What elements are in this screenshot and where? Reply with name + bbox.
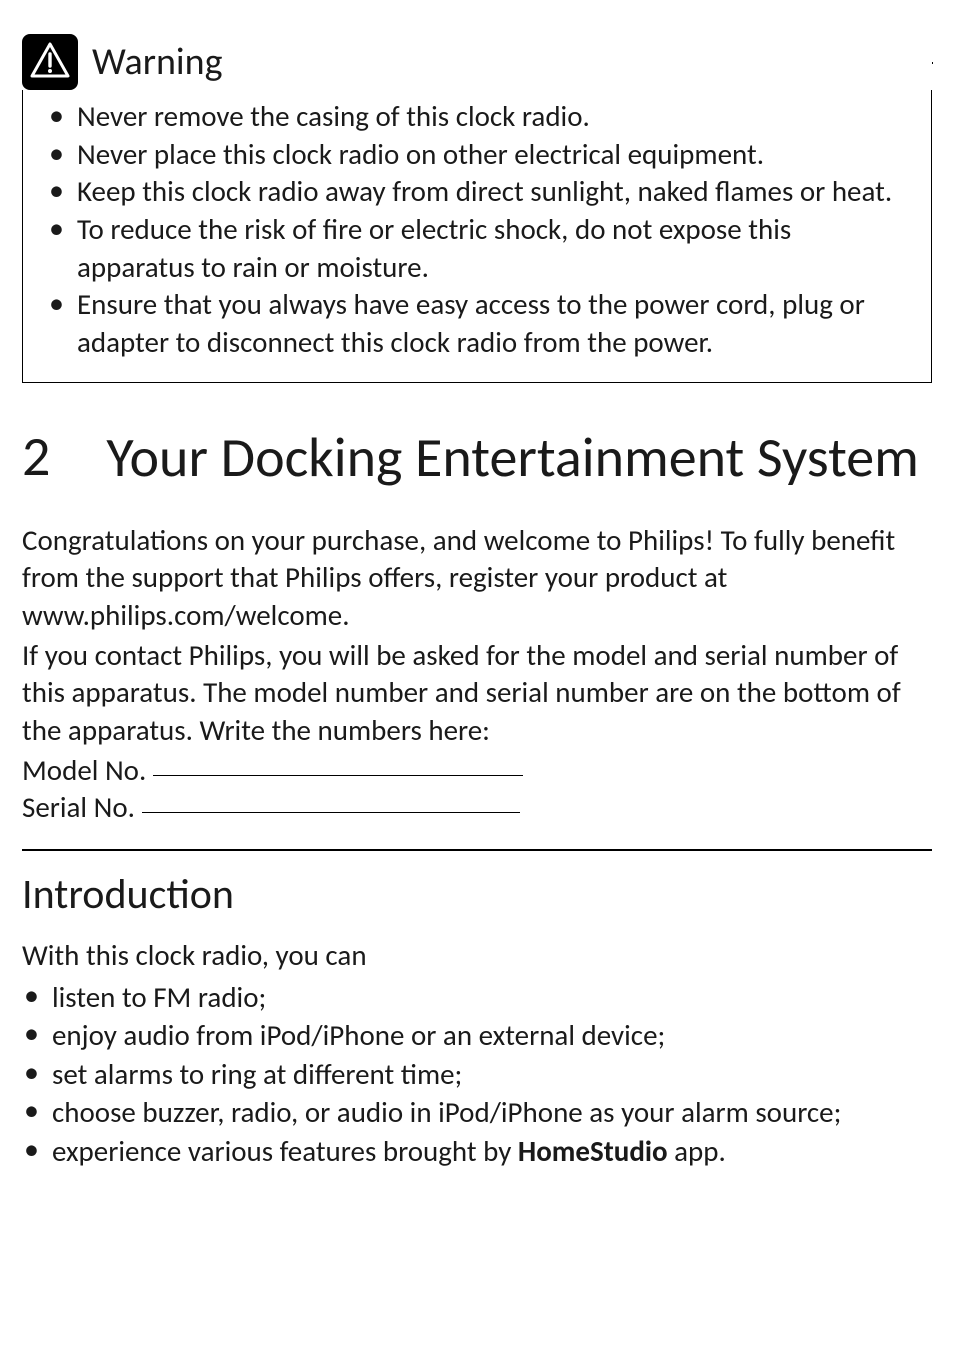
warning-title: Warning bbox=[92, 39, 222, 85]
introduction-list: listen to FM radio; enjoy audio from iPo… bbox=[22, 978, 932, 1171]
warning-list: Never remove the casing of this clock ra… bbox=[77, 98, 907, 362]
intro-paragraph-1: Congratulations on your purchase, and we… bbox=[22, 522, 932, 635]
section-title: Your Docking Entertainment System bbox=[106, 427, 918, 490]
serial-label: Serial No. bbox=[22, 789, 135, 825]
list-item: enjoy audio from iPod/iPhone or an exter… bbox=[52, 1016, 932, 1055]
warning-item: Never remove the casing of this clock ra… bbox=[77, 98, 907, 136]
list-item: listen to FM radio; bbox=[52, 978, 932, 1017]
warning-item: Never place this clock radio on other el… bbox=[77, 136, 907, 174]
section-divider bbox=[22, 849, 932, 851]
warning-frame: Never remove the casing of this clock ra… bbox=[22, 62, 932, 383]
warning-item: Ensure that you always have easy access … bbox=[77, 286, 907, 361]
serial-row: Serial No. bbox=[22, 789, 932, 827]
warning-item: To reduce the risk of fire or electric s… bbox=[77, 211, 907, 286]
model-underline bbox=[153, 775, 523, 776]
warning-item: Keep this clock radio away from direct s… bbox=[77, 173, 907, 211]
warning-icon bbox=[22, 34, 78, 90]
list-item: set alarms to ring at different time; bbox=[52, 1055, 932, 1094]
list-item-text-suffix: app. bbox=[668, 1133, 726, 1169]
list-item-text-prefix: experience various features brought by bbox=[52, 1133, 518, 1169]
list-item: choose buzzer, radio, or audio in iPod/i… bbox=[52, 1093, 932, 1132]
section-heading: 2 Your Docking Entertainment System bbox=[22, 427, 932, 490]
model-row: Model No. bbox=[22, 752, 932, 790]
list-item-bold: HomeStudio bbox=[518, 1133, 668, 1169]
warning-callout: Warning Never remove the casing of this … bbox=[22, 34, 932, 383]
model-label: Model No. bbox=[22, 752, 146, 788]
introduction-lead: With this clock radio, you can bbox=[22, 936, 932, 974]
serial-underline bbox=[142, 812, 520, 813]
list-item: experience various features brought by H… bbox=[52, 1132, 932, 1171]
intro-paragraph-2: If you contact Philips, you will be aske… bbox=[22, 637, 932, 750]
warning-header: Warning bbox=[22, 34, 932, 90]
section-number: 2 bbox=[22, 427, 50, 489]
introduction-heading: Introduction bbox=[22, 869, 932, 920]
